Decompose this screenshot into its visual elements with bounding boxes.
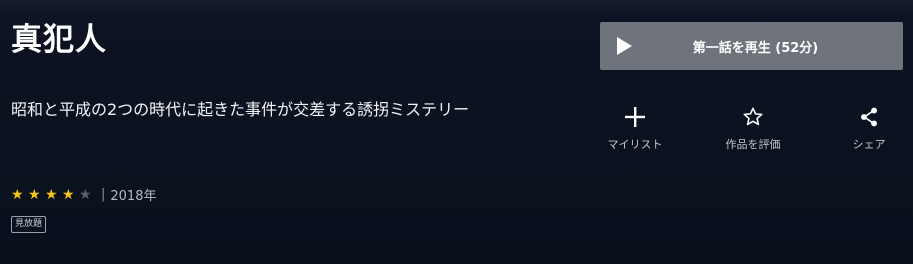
add-to-mylist-button[interactable]: マイリスト [585,104,685,152]
meta-row: ★ ★ ★ ★ ★ | 2018年 [11,185,156,204]
page-title: 真犯人 [11,22,107,58]
plus-icon [585,104,685,130]
description: 昭和と平成の2つの時代に起きた事件が交差する誘拐ミステリー [11,100,470,119]
star-outline-icon [703,104,803,130]
share-label: シェア [852,138,886,151]
star-icon: ★ [11,186,24,203]
share-icon [819,104,913,130]
release-year: 2018年 [110,189,157,204]
star-icon: ★ [28,186,41,203]
top-gradient [0,0,913,18]
play-button-label: 第一話を再生 (52分) [692,41,819,56]
star-icon: ★ [45,186,58,203]
mylist-label: マイリスト [607,138,663,151]
star-icon: ★ [62,186,75,203]
share-button[interactable]: シェア [819,104,913,152]
action-buttons: マイリスト 作品を評価 シェア [585,104,913,156]
play-first-episode-button[interactable]: 第一話を再生 (52分) [600,22,903,70]
rate-label: 作品を評価 [725,138,781,151]
star-icon: ★ [79,186,92,203]
availability-badge: 見放題 [11,216,47,233]
rating-stars: ★ ★ ★ ★ ★ [11,188,96,202]
rate-title-button[interactable]: 作品を評価 [703,104,803,152]
title-detail-page: 真犯人 昭和と平成の2つの時代に起きた事件が交差する誘拐ミステリー ★ ★ ★ … [0,0,913,264]
meta-separator: | [101,187,106,202]
